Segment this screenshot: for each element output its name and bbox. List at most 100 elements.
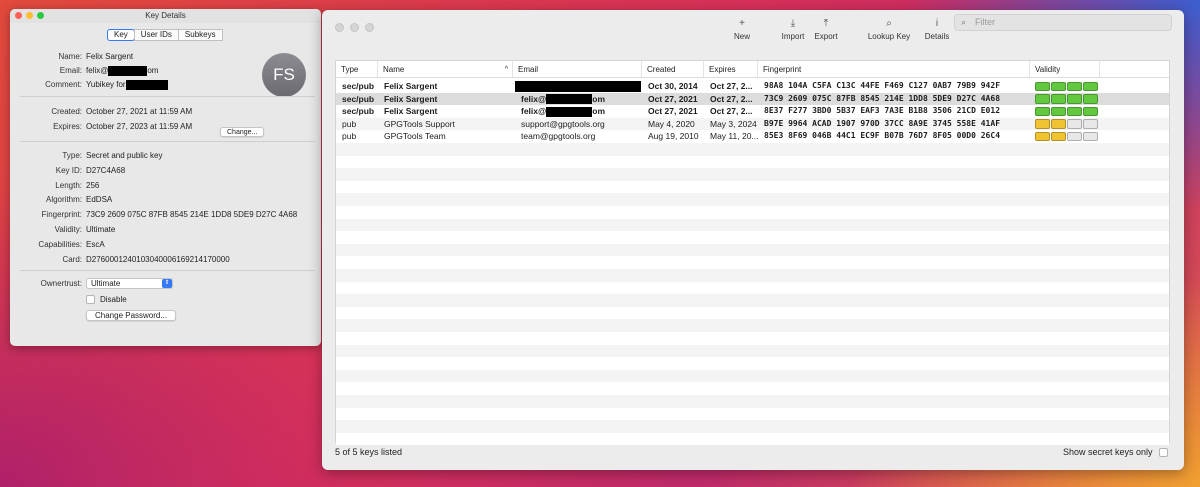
column-fingerprint[interactable]: Fingerprint — [758, 61, 1030, 78]
table-row[interactable] — [336, 369, 1169, 383]
expires-cell: Oct 27, 2... — [710, 106, 753, 117]
table-row[interactable] — [336, 382, 1169, 395]
table-row[interactable] — [336, 155, 1169, 169]
close-icon[interactable] — [335, 23, 344, 32]
table-row[interactable] — [336, 243, 1169, 257]
table-row[interactable] — [336, 332, 1169, 345]
new-button[interactable]: + New — [730, 16, 754, 41]
column-validity[interactable]: Validity — [1030, 61, 1100, 78]
column-name[interactable]: Name ^ — [378, 61, 513, 78]
table-row[interactable] — [336, 395, 1169, 408]
algorithm-label: Algorithm: — [45, 195, 82, 204]
table-row[interactable] — [336, 206, 1169, 219]
name-value: Felix Sargent — [86, 52, 134, 61]
import-button[interactable]: ⤓ Import — [777, 16, 809, 41]
chevron-updown-icon: ⇕ — [162, 279, 172, 288]
table-row[interactable] — [336, 407, 1169, 421]
table-row[interactable] — [336, 218, 1169, 232]
fingerprint-cell: 85E3 8F69 046B 44C1 EC9F B07B 76D7 8F05 … — [764, 131, 1001, 141]
column-created[interactable]: Created — [642, 61, 704, 78]
tab-user-ids[interactable]: User IDs — [133, 29, 179, 41]
lookup-key-button[interactable]: ⌕ Lookup Key — [865, 16, 913, 41]
name-row: Name: Felix Sargent — [16, 51, 306, 62]
length-label: Length: — [55, 181, 82, 190]
zoom-icon[interactable] — [37, 12, 44, 19]
redaction-block — [515, 81, 641, 93]
validity-label: Validity: — [54, 225, 82, 234]
expires-cell: May 11, 20... — [710, 131, 758, 142]
disable-row: Disable — [100, 294, 200, 305]
table-row[interactable] — [336, 180, 1169, 194]
table-row[interactable] — [336, 269, 1169, 282]
filter-input[interactable]: ⌕ Filter — [954, 14, 1172, 31]
name-cell: GPGTools Team — [384, 131, 446, 142]
comment-prefix: Yubikey for — [86, 80, 126, 89]
length-row: Length: 256 — [16, 180, 306, 191]
table-row[interactable] — [336, 231, 1169, 244]
minimize-icon[interactable] — [350, 23, 359, 32]
validity-segment — [1083, 94, 1098, 104]
validity-segment — [1083, 131, 1098, 142]
table-row[interactable] — [336, 168, 1169, 181]
created-label: Created: — [51, 107, 82, 116]
validity-segment — [1067, 94, 1082, 104]
email-prefix: felix@ — [86, 66, 109, 75]
validity-segment — [1083, 119, 1098, 129]
divider — [20, 96, 315, 97]
change-expiration-button[interactable]: Change... — [220, 127, 265, 137]
show-secret-toggle[interactable]: Show secret keys only — [1063, 447, 1168, 458]
export-icon: ⤒ — [823, 18, 829, 29]
table-row[interactable] — [336, 193, 1169, 206]
column-expires[interactable]: Expires — [704, 61, 758, 78]
name-cell: Felix Sargent — [384, 93, 438, 104]
table-row[interactable] — [336, 357, 1169, 370]
export-button[interactable]: ⤒ Export — [811, 16, 841, 41]
show-secret-checkbox[interactable] — [1159, 448, 1168, 458]
keys-table[interactable]: Type Name ^ Email Created Expires Fingerp… — [335, 60, 1170, 446]
change-password-button[interactable]: Change Password... — [86, 310, 177, 321]
divider — [20, 270, 315, 271]
redaction-block — [546, 106, 593, 117]
validity-segment — [1051, 119, 1066, 129]
email-prefix: support@gpgtools.org — [521, 118, 605, 129]
disable-checkbox[interactable] — [86, 295, 95, 304]
keychain-window: + New ⤓ Import ⤒ Export ⌕ Lookup Key i D… — [322, 10, 1184, 470]
comment-value: Yubikey for — [86, 79, 168, 90]
algorithm-row: Algorithm: EdDSA — [16, 194, 306, 205]
tab-key[interactable]: Key — [107, 29, 135, 41]
expires-cell: Oct 27, 2... — [710, 81, 753, 91]
tab-subkeys[interactable]: Subkeys — [177, 29, 223, 41]
close-icon[interactable] — [15, 12, 22, 19]
expires-value: October 27, 2023 at 11:59 AM — [86, 122, 193, 131]
table-row[interactable] — [336, 256, 1169, 269]
details-button[interactable]: i Details — [923, 16, 951, 41]
table-row[interactable] — [336, 306, 1169, 320]
table-row[interactable] — [336, 281, 1169, 295]
table-row[interactable]: sec/pub Felix Sargent Oct 30, 2014 Oct 27, … — [336, 80, 1169, 93]
import-label: Import — [781, 32, 805, 41]
table-row[interactable] — [336, 294, 1169, 307]
table-row[interactable] — [336, 319, 1169, 332]
window-controls — [15, 12, 44, 19]
table-row[interactable] — [336, 344, 1169, 358]
minimize-icon[interactable] — [26, 12, 33, 19]
table-row[interactable]: sec/pub Felix Sargent Oct 27, 2021 Oct 27, … — [336, 92, 1169, 106]
zoom-icon[interactable] — [365, 23, 374, 32]
table-row[interactable]: sec/pub Felix Sargent Oct 27, 2021 Oct 27, … — [336, 105, 1169, 118]
comment-row: Comment: Yubikey for — [16, 79, 306, 90]
key-details-body: FS Name: Felix Sargent Email: felix@ om C… — [16, 41, 316, 341]
toolbar: + New ⤓ Import ⤒ Export ⌕ Lookup Key i D… — [322, 10, 1184, 46]
ownertrust-select[interactable]: Ultimate ⇕ — [86, 278, 173, 289]
table-row[interactable] — [336, 420, 1169, 433]
algorithm-value: EdDSA — [86, 195, 113, 204]
table-row[interactable]: pub GPGTools Support May 4, 2020 May 3, 202… — [336, 117, 1169, 131]
column-email[interactable]: Email — [513, 61, 642, 78]
comment-label: Comment: — [45, 80, 82, 89]
validity-segment — [1083, 106, 1098, 117]
table-row[interactable]: pub GPGTools Team Aug 19, 2010 May 11, 20..… — [336, 130, 1169, 143]
keyid-label: Key ID: — [55, 166, 82, 175]
capabilities-label: Capabilities: — [38, 240, 82, 249]
table-row[interactable] — [336, 432, 1169, 446]
table-row[interactable] — [336, 143, 1169, 156]
column-type[interactable]: Type — [336, 61, 378, 78]
